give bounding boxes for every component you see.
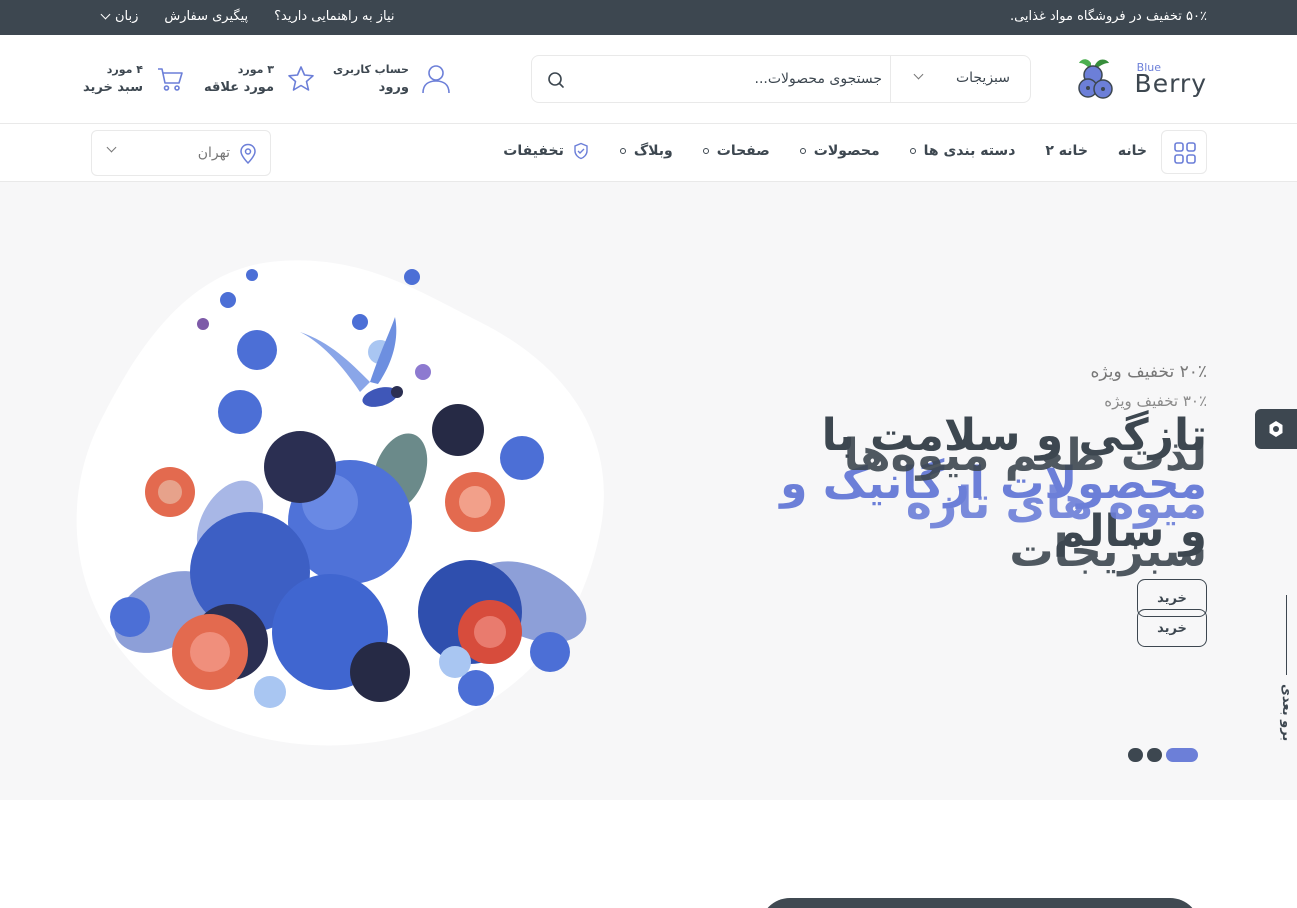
cart-count: ۴ مورد	[106, 63, 143, 76]
search-icon	[548, 72, 564, 88]
nav-item-label: تخفیفات	[503, 143, 564, 159]
hero-subtitle-2: ۳۰٪ تخفیف ویژه	[1104, 392, 1207, 410]
grid-icon	[1174, 142, 1196, 164]
hero-subtitle: ۲۰٪ تخفیف ویژه	[1090, 362, 1207, 382]
dropdown-dot-icon	[909, 148, 916, 154]
top-bar: ۵۰٪ تخفیف در فروشگاه مواد غذایی. نیاز به…	[0, 0, 1297, 35]
buy-button-2[interactable]: خرید	[1137, 609, 1207, 647]
next-slide-link[interactable]: برو بعدی	[1279, 684, 1294, 741]
account-button[interactable]: حساب کاربری ورود	[333, 61, 451, 97]
nav-item-home[interactable]: خانه	[1118, 142, 1147, 160]
search-button[interactable]	[542, 66, 570, 94]
language-dropdown[interactable]: زبان	[100, 9, 139, 24]
location-value: تهران	[197, 145, 230, 161]
logo-big-text: Berry	[1134, 69, 1207, 98]
top-links: نیاز به راهنمایی دارید؟ پیگیری سفارش زبا…	[100, 9, 395, 24]
nav-menu: خانه خانه ۲ دسته بندی ها محصولات صفحات و…	[503, 142, 1147, 160]
nav-item-products[interactable]: محصولات	[799, 142, 880, 160]
next-indicator-line	[1286, 595, 1287, 675]
dropdown-dot-icon	[619, 148, 626, 154]
slider-dot-active[interactable]	[1166, 748, 1198, 762]
nav-item-label: محصولات	[813, 143, 880, 159]
nav-item-pages[interactable]: صفحات	[702, 142, 770, 160]
hero-slider: ۲۰٪ تخفیف ویژه ۳۰٪ تخفیف ویژه تازگی و سل…	[0, 182, 1297, 800]
location-pin-icon	[240, 143, 256, 165]
nav-item-label: صفحات	[716, 143, 770, 159]
hero-title-line: سبزیجات	[1009, 526, 1207, 577]
account-small-text: حساب کاربری	[332, 63, 409, 76]
nav-item-label: خانه	[1117, 143, 1147, 159]
cart-button[interactable]: ۴ مورد سبد خرید	[83, 61, 185, 97]
slider-dot[interactable]	[1147, 748, 1162, 762]
cart-icon	[158, 68, 183, 91]
slider-pagination	[1128, 748, 1198, 762]
track-order-link[interactable]: پیگیری سفارش	[164, 9, 248, 24]
hero-text: ۲۰٪ تخفیف ویژه ۳۰٪ تخفیف ویژه تازگی و سل…	[747, 362, 1207, 576]
star-icon	[288, 66, 314, 91]
logo[interactable]: Blue Berry	[1077, 57, 1207, 103]
hero-title-2: لذت طعم میوه‌ها میوه های تازه سبزیجات	[767, 432, 1207, 576]
cart-label: سبد خرید	[83, 80, 143, 95]
search-input[interactable]	[582, 64, 882, 94]
blueberry-logo-icon	[1078, 59, 1113, 99]
nav-item-categories[interactable]: دسته بندی ها	[909, 142, 1016, 160]
section-banner-image	[760, 898, 1200, 908]
wishlist-button[interactable]: ۳ مورد مورد علاقه	[204, 61, 316, 97]
settings-side-button[interactable]	[1255, 409, 1297, 449]
promo-text: ۵۰٪ تخفیف در فروشگاه مواد غذایی.	[1009, 9, 1207, 24]
search-bar: سبزیجات	[531, 55, 1031, 103]
chevron-down-icon	[913, 69, 924, 80]
gear-icon	[1269, 421, 1283, 437]
nav-item-blog[interactable]: وبلاگ	[619, 142, 673, 160]
hero-title-line-accent: میوه های تازه	[905, 478, 1207, 529]
nav-item-label: دسته بندی ها	[923, 143, 1016, 159]
user-icon	[422, 65, 450, 94]
account-big-text: ورود	[378, 80, 409, 95]
wishlist-label: مورد علاقه	[203, 80, 274, 95]
nav-item-offers[interactable]: تخفیفات	[503, 142, 590, 160]
slider-dot[interactable]	[1128, 748, 1143, 762]
nav-item-home2[interactable]: خانه ۲	[1045, 142, 1088, 160]
chevron-down-icon	[106, 142, 117, 153]
nav-item-label: خانه ۲	[1045, 143, 1088, 159]
hero-title-line: لذت طعم میوه‌ها	[843, 430, 1207, 481]
help-link[interactable]: نیاز به راهنمایی دارید؟	[274, 9, 394, 24]
category-select-value: سبزیجات	[955, 70, 1010, 86]
location-select[interactable]: تهران	[91, 130, 271, 176]
dropdown-dot-icon	[799, 148, 806, 154]
chevron-down-icon	[100, 9, 111, 20]
shield-check-icon	[574, 142, 588, 160]
category-select[interactable]: سبزیجات	[890, 56, 1030, 102]
language-label: زبان	[115, 9, 139, 24]
category-grid-button[interactable]	[1161, 130, 1207, 174]
nav-item-label: وبلاگ	[633, 143, 673, 159]
hero-fruit-illustration	[76, 260, 604, 746]
main-nav: خانه خانه ۲ دسته بندی ها محصولات صفحات و…	[0, 124, 1297, 182]
header: Blue Berry سبزیجات حساب کاربری ورود	[0, 35, 1297, 124]
dropdown-dot-icon	[702, 148, 709, 154]
wishlist-count: ۳ مورد	[237, 63, 274, 76]
